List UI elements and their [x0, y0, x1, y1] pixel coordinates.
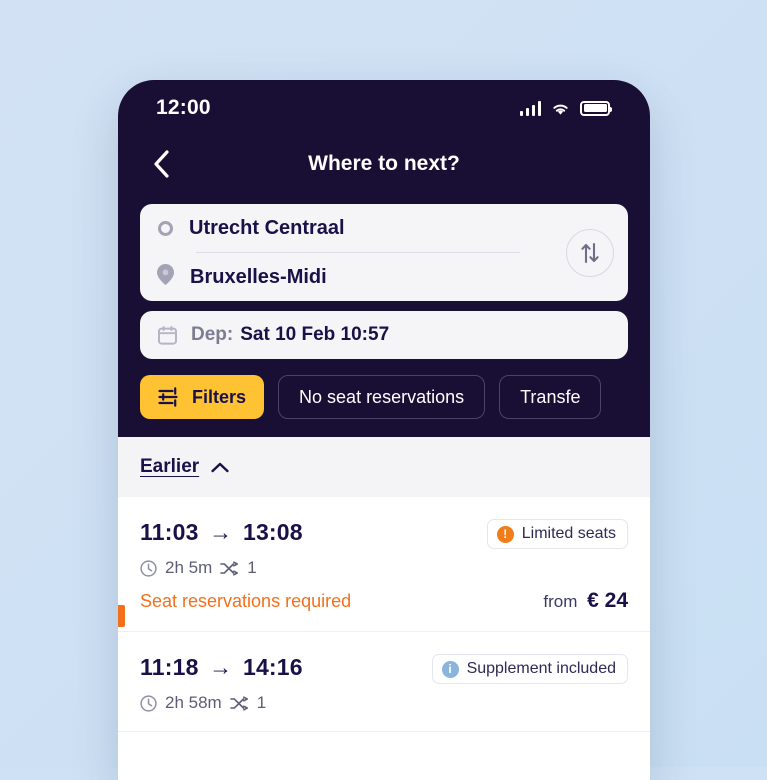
navigation-bar: Where to next? [118, 136, 650, 192]
filters-button-label: Filters [192, 387, 246, 408]
warning-dot-icon: ! [497, 526, 514, 543]
filters-button[interactable]: Filters [140, 375, 264, 419]
journey-times: 11:03 → 13:08 [140, 519, 303, 546]
page-title: Where to next? [118, 152, 650, 176]
journey-footer: Seat reservations required from € 24 [140, 589, 628, 613]
journey-results-list: 11:03 → 13:08 ! Limited seats 2h 5m [118, 497, 650, 732]
departure-value: Sat 10 Feb 10:57 [240, 324, 389, 346]
swap-vertical-icon [579, 241, 601, 265]
journey-header: 11:03 → 13:08 ! Limited seats [140, 519, 628, 549]
arrow-right-icon: → [205, 519, 236, 545]
sliders-icon [158, 387, 180, 407]
journey-transfers: 1 [247, 558, 256, 578]
arrow-right-icon: → [205, 654, 236, 680]
search-panel: Utrecht Centraal Bruxelles-Midi [118, 192, 650, 359]
cellular-signal-icon [520, 101, 542, 116]
journey-duration: 2h 5m [165, 558, 212, 578]
journey-duration: 2h 58m [165, 693, 222, 713]
back-button[interactable] [144, 147, 178, 181]
clock-icon [140, 695, 157, 712]
status-badge: ! Limited seats [487, 519, 628, 549]
price-prefix: from [543, 592, 577, 611]
earlier-toggle[interactable]: Earlier [118, 437, 650, 497]
status-badge: i Supplement included [432, 654, 628, 684]
transfers-icon [230, 696, 249, 711]
earlier-label: Earlier [140, 456, 199, 478]
status-bar-time: 12:00 [156, 96, 211, 120]
status-badge-label: Limited seats [522, 525, 616, 543]
status-badge-label: Supplement included [467, 660, 616, 678]
wifi-icon [550, 101, 571, 116]
transfers-icon [220, 561, 239, 576]
destination-field[interactable]: Bruxelles-Midi [156, 253, 612, 301]
chevron-up-icon [211, 462, 229, 473]
departure-date-field[interactable]: Dep: Sat 10 Feb 10:57 [140, 311, 628, 359]
journey-meta: 2h 58m 1 [140, 693, 628, 713]
route-card: Utrecht Centraal Bruxelles-Midi [140, 204, 628, 301]
chip-label: No seat reservations [299, 387, 464, 408]
journey-note: Seat reservations required [140, 591, 351, 612]
app-header-area: 12:00 Where to next? [118, 80, 650, 437]
battery-icon [580, 101, 610, 116]
destination-pin-icon [157, 264, 174, 290]
chip-label: Transfe [520, 387, 580, 408]
departure-time: 11:03 [140, 519, 199, 545]
journey-transfers: 1 [257, 693, 266, 713]
info-dot-icon: i [442, 661, 459, 678]
status-bar: 12:00 [118, 80, 650, 136]
origin-field[interactable]: Utrecht Centraal [156, 204, 612, 252]
journey-meta: 2h 5m 1 [140, 558, 628, 578]
journey-row[interactable]: 11:18 → 14:16 i Supplement included 2h 5… [118, 632, 650, 732]
chip-transfers[interactable]: Transfe [499, 375, 601, 419]
calendar-icon [158, 326, 177, 345]
status-bar-icons [520, 101, 611, 116]
arrival-time: 13:08 [243, 519, 303, 545]
swap-stations-button[interactable] [566, 229, 614, 277]
journey-times: 11:18 → 14:16 [140, 654, 303, 681]
clock-icon [140, 560, 157, 577]
departure-time: 11:18 [140, 654, 199, 680]
departure-label: Dep: [191, 324, 233, 346]
chevron-left-icon [151, 149, 171, 179]
chip-no-seat-reservations[interactable]: No seat reservations [278, 375, 485, 419]
filter-chip-row[interactable]: Filters No seat reservations Transfe [118, 359, 650, 419]
journey-price: from € 24 [543, 589, 628, 613]
journey-row[interactable]: 11:03 → 13:08 ! Limited seats 2h 5m [118, 497, 650, 632]
origin-value: Utrecht Centraal [189, 217, 345, 240]
destination-value: Bruxelles-Midi [190, 266, 327, 289]
price-value: € 24 [587, 589, 628, 612]
journey-header: 11:18 → 14:16 i Supplement included [140, 654, 628, 684]
seat-reservation-accent-bar [118, 605, 125, 627]
arrival-time: 14:16 [243, 654, 303, 680]
origin-circle-icon [158, 221, 173, 236]
phone-screen: 12:00 Where to next? [118, 80, 650, 780]
